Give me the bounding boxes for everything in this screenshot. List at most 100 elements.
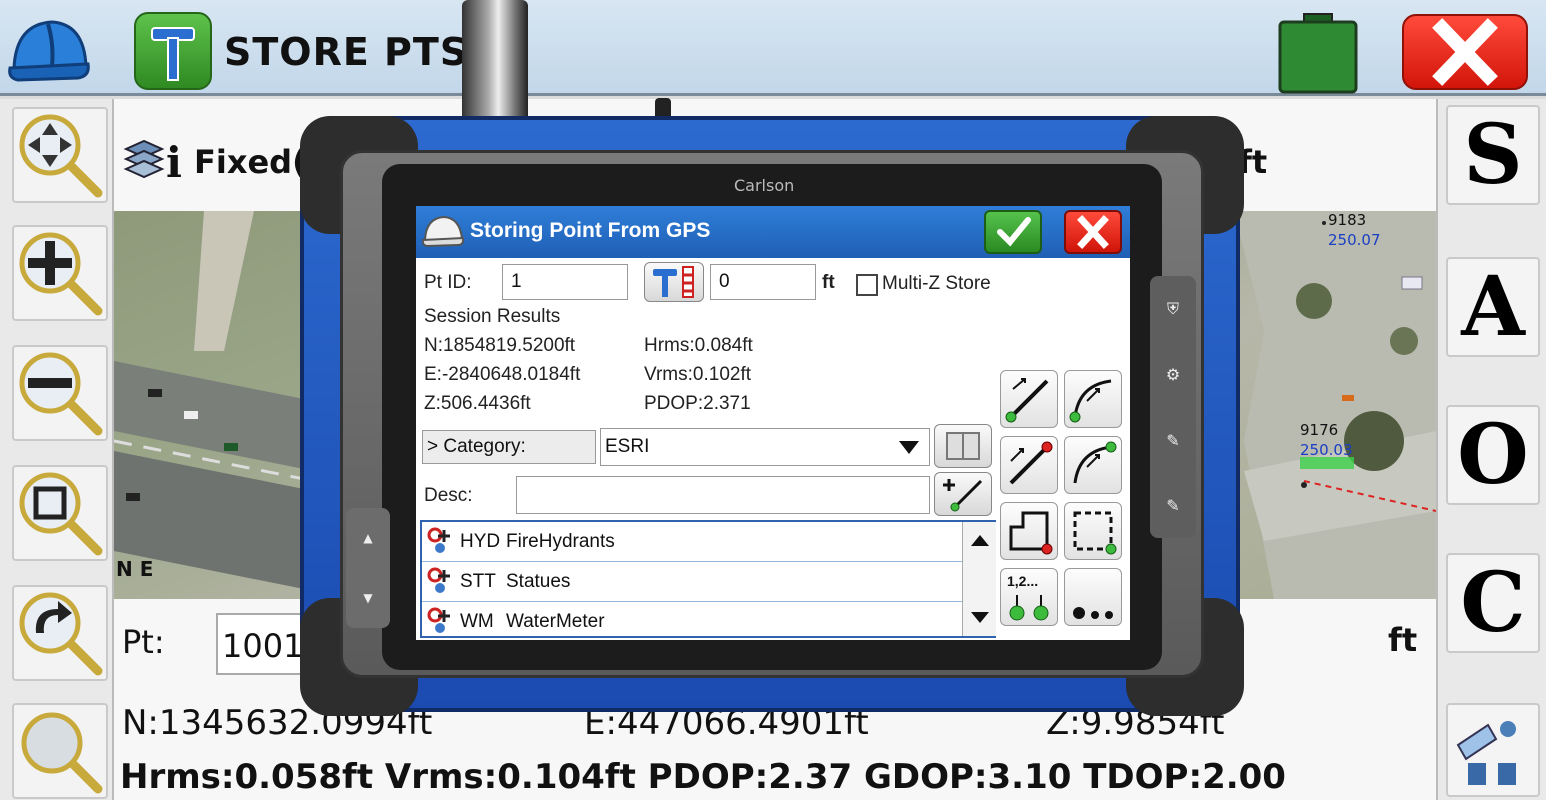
feature-name: WaterMeter	[506, 611, 605, 632]
hrms-value: Hrms:0.084ft	[644, 335, 753, 356]
line-start-button[interactable]	[1000, 370, 1058, 428]
app-title: STORE PTS	[224, 30, 469, 74]
zoom-extents-button[interactable]	[12, 703, 108, 799]
rod-height-button[interactable]	[644, 262, 704, 302]
edit-key-icon[interactable]: ✎	[1166, 496, 1179, 515]
zoom-window-button[interactable]	[12, 465, 108, 561]
chevron-down-icon[interactable]	[896, 436, 922, 458]
multi-z-checkbox[interactable]	[856, 274, 878, 296]
offset-button-o[interactable]: O	[1446, 405, 1540, 505]
close-rectangle-button[interactable]	[1064, 502, 1122, 560]
cancel-button[interactable]	[1064, 210, 1122, 254]
scroll-down-icon[interactable]	[969, 610, 991, 626]
list-item[interactable]: STT Statues	[422, 562, 962, 602]
shield-key-icon[interactable]: ⛨	[1167, 299, 1179, 319]
category-select[interactable]: ESRI	[600, 428, 930, 466]
ok-button[interactable]	[984, 210, 1042, 254]
easting-value: E:-2840648.0184ft	[424, 364, 581, 385]
rod-height-icon	[653, 266, 694, 298]
down-key[interactable]: ▼	[363, 591, 372, 605]
feature-library-button[interactable]	[934, 424, 992, 468]
point-sequence-button[interactable]: 1,2...	[1000, 568, 1058, 626]
left-toolbar	[0, 99, 114, 800]
checkmark-icon	[997, 217, 1031, 247]
layers-info-icon[interactable]: i	[122, 129, 184, 187]
line-end-button[interactable]	[1000, 436, 1058, 494]
feature-pin-icon	[427, 527, 450, 553]
hardhat-icon	[422, 215, 464, 248]
map-point-elevation: 250.03	[1300, 441, 1353, 459]
rod-height-input[interactable]: 0	[710, 264, 816, 300]
category-button[interactable]: > Category:	[422, 430, 596, 464]
zoom-out-button[interactable]	[12, 345, 108, 441]
cable-connector	[462, 0, 528, 128]
solution-status-label: Fixed(	[194, 143, 307, 181]
feature-pin-icon	[427, 607, 450, 633]
list-item[interactable]: HYD FireHydrants	[422, 522, 962, 562]
scroll-up-icon[interactable]	[969, 532, 991, 548]
point-label: Pt:	[122, 623, 165, 661]
store-point-dialog: Storing Point From GPS Pt ID: 1 0 ft Mul…	[416, 206, 1130, 640]
feature-code: STT	[460, 571, 496, 592]
satellite-icon	[1456, 721, 1516, 785]
hardhat-icon[interactable]	[8, 14, 90, 88]
tablet-scroll-keys[interactable]: ▲ ▼	[346, 508, 390, 628]
desc-input[interactable]	[516, 476, 930, 514]
store-points-icon[interactable]	[134, 12, 212, 90]
vrms-value: Vrms:0.102ft	[644, 364, 752, 385]
close-rectangle-icon	[1073, 511, 1117, 555]
close-figure-icon	[1009, 511, 1053, 555]
map-point-elevation: 250.07	[1328, 231, 1381, 249]
feature-name: FireHydrants	[506, 531, 615, 552]
app-header: STORE PTS	[0, 0, 1546, 96]
desc-label: Desc:	[424, 485, 473, 506]
more-points-button[interactable]	[1064, 568, 1122, 626]
zoom-previous-icon	[19, 592, 103, 676]
svg-text:i: i	[166, 138, 182, 187]
gear-key-icon[interactable]: ⚙	[1166, 365, 1180, 384]
ellipsis-icon	[1073, 607, 1113, 619]
list-item[interactable]: WM WaterMeter	[422, 602, 962, 636]
feature-code: HYD	[460, 531, 501, 552]
continuous-button-c[interactable]: C	[1446, 553, 1540, 653]
book-icon	[946, 432, 980, 460]
add-line-icon	[943, 479, 983, 512]
zoom-out-icon	[19, 352, 103, 436]
dialog-titlebar: Storing Point From GPS	[416, 206, 1130, 258]
pt-id-label: Pt ID:	[424, 272, 472, 293]
edit-key-icon[interactable]: ✎	[1166, 431, 1179, 450]
add-linework-button[interactable]	[934, 472, 992, 516]
zoom-in-icon	[19, 232, 103, 316]
multi-z-label: Multi-Z Store	[882, 273, 991, 294]
unit-label: ft	[1388, 621, 1418, 659]
curve-end-icon	[1073, 441, 1117, 484]
session-results-label: Session Results	[424, 306, 561, 327]
line-end-icon	[1009, 441, 1053, 485]
up-key[interactable]: ▲	[363, 531, 372, 545]
northing-value: N:1854819.5200ft	[424, 335, 576, 356]
pt-id-input[interactable]: 1	[502, 264, 628, 300]
dialog-title: Storing Point From GPS	[470, 219, 711, 242]
zoom-previous-button[interactable]	[12, 585, 108, 681]
battery-icon	[1278, 12, 1358, 94]
feature-pin-icon	[427, 567, 450, 593]
tablet-side-keys: ⛨ ⚙ ✎ ✎	[1150, 276, 1196, 538]
close-figure-button[interactable]	[1000, 502, 1058, 560]
tablet-brand-logo: Carlson	[734, 176, 795, 195]
pdop-value: PDOP:2.371	[644, 393, 751, 414]
pan-button[interactable]	[12, 107, 108, 203]
feature-code-list: HYD FireHydrants STT Statues WM WaterMet…	[420, 520, 996, 638]
curve-end-button[interactable]	[1064, 436, 1122, 494]
north-arrow-label: N E	[116, 557, 154, 581]
zoom-in-button[interactable]	[12, 225, 108, 321]
average-button-a[interactable]: A	[1446, 257, 1540, 357]
store-button-s[interactable]: S	[1446, 105, 1540, 205]
curve-start-button[interactable]	[1064, 370, 1122, 428]
zoom-extents-icon	[21, 712, 103, 794]
pan-magnifier-icon	[19, 114, 103, 198]
map-point-id: 9183	[1328, 211, 1367, 229]
satellite-button[interactable]	[1446, 703, 1540, 797]
close-app-button[interactable]	[1402, 14, 1528, 90]
point-sequence-label: 1,2...	[1007, 573, 1039, 589]
list-scrollbar[interactable]	[962, 522, 996, 636]
